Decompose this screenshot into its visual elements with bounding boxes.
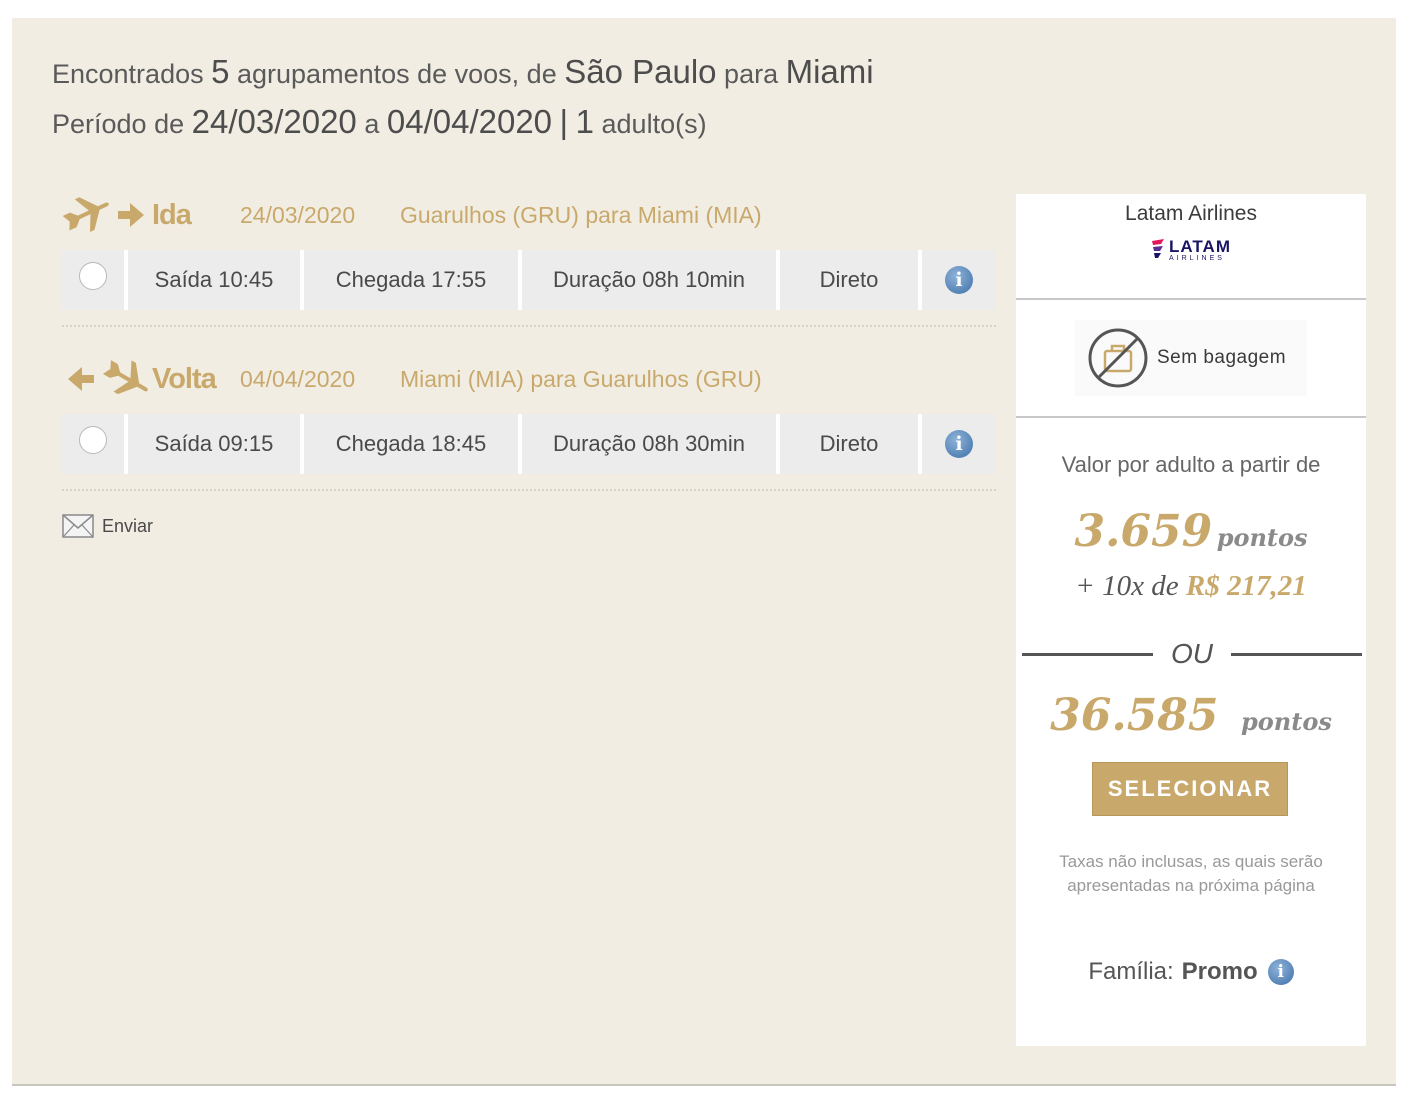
summary-text: Período de — [52, 109, 185, 139]
departure-time: Saída 10:45 — [128, 250, 304, 310]
search-results-panel: Encontrados 5 agrupamentos de voos, de S… — [12, 18, 1396, 1086]
summary-text: a — [364, 109, 380, 139]
or-label: OU — [1171, 638, 1213, 669]
latam-logo: LATAM AIRLINES — [1016, 238, 1366, 262]
points-value: 3.659 — [1074, 506, 1213, 557]
radio-cell[interactable] — [62, 414, 128, 474]
installments: + 10x de R$ 217,21 — [1016, 570, 1366, 603]
summary-line-1: Encontrados 5 agrupamentos de voos, de S… — [52, 48, 874, 98]
taxes-note: Taxas não inclusas, as quais serão apres… — [1059, 852, 1323, 895]
leg-route: Miami (MIA) para Guarulhos (GRU) — [400, 365, 762, 392]
info-icon[interactable]: i — [1267, 959, 1294, 985]
points-option-2: 36.585 pontos — [1016, 690, 1366, 741]
radio-cell[interactable] — [62, 250, 128, 310]
flight-option-row[interactable]: Saída 10:45 Chegada 17:55 Duração 08h 10… — [62, 250, 996, 310]
logo-subtext: AIRLINES — [1169, 255, 1225, 262]
origin-city: São Paulo — [564, 53, 717, 90]
flight-duration: Duração 08h 10min — [522, 250, 780, 310]
airline-name: Latam Airlines — [1125, 202, 1257, 225]
select-flight-radio[interactable] — [79, 262, 107, 290]
flight-stops: Direto — [780, 414, 922, 474]
flight-stops: Direto — [780, 250, 922, 310]
arrival-time: Chegada 17:55 — [304, 250, 522, 310]
arrival-time: Chegada 18:45 — [304, 414, 522, 474]
search-summary: Encontrados 5 agrupamentos de voos, de S… — [52, 48, 874, 148]
points-label: pontos — [1216, 523, 1308, 552]
departure-time: Saída 09:15 — [128, 414, 304, 474]
divider — [62, 325, 996, 327]
points-value: 36.585 — [1050, 690, 1219, 741]
or-divider: OU — [1022, 638, 1362, 670]
installments-value: R$ 217,21 — [1185, 570, 1307, 602]
leg-route: Guarulhos (GRU) para Miami (MIA) — [400, 201, 762, 228]
fare-family: Família: Promo i — [1016, 958, 1366, 986]
summary-text: para — [724, 59, 779, 89]
divider — [62, 489, 996, 491]
divider-line — [1022, 652, 1153, 656]
envelope-icon — [62, 514, 94, 538]
leg-direction-label: Ida — [152, 198, 192, 231]
period-end: 04/04/2020 — [386, 103, 553, 140]
divider-line — [1231, 652, 1362, 656]
separator: | — [559, 103, 569, 140]
price-caption: Valor por adulto a partir de — [1061, 452, 1321, 477]
airline-section: Latam Airlines LATAM AIRLINES — [1016, 194, 1366, 300]
destination-city: Miami — [785, 53, 874, 90]
leg-header-volta: Volta 04/04/2020 Miami (MIA) para Guarul… — [60, 354, 762, 404]
info-cell[interactable]: i — [922, 250, 996, 310]
period-start: 24/03/2020 — [191, 103, 357, 140]
family-value: Promo — [1181, 958, 1258, 985]
baggage-label: Sem bagagem — [1157, 347, 1287, 368]
baggage-badge: Sem bagagem — [1075, 320, 1307, 396]
points-option-1: 3.659 pontos — [1016, 506, 1366, 557]
installments-prefix: + 10x de — [1075, 570, 1179, 602]
info-icon[interactable]: i — [945, 266, 973, 294]
points-label: pontos — [1241, 707, 1332, 736]
select-button[interactable]: SELECIONAR — [1092, 762, 1288, 816]
send-link[interactable]: Enviar — [62, 514, 153, 538]
no-baggage-icon — [1088, 328, 1148, 388]
offer-card: Latam Airlines LATAM AIRLINES Sem bagage… — [1016, 194, 1366, 1046]
info-cell[interactable]: i — [922, 414, 996, 474]
summary-line-2: Período de 24/03/2020 a 04/04/2020 | 1 a… — [52, 98, 874, 148]
return-plane-icon — [68, 360, 148, 395]
baggage-section: Sem bagagem — [1016, 300, 1366, 418]
summary-text: adulto(s) — [601, 109, 707, 139]
info-icon[interactable]: i — [945, 430, 973, 458]
summary-text: agrupamentos de voos, de — [237, 59, 557, 89]
leg-header-ida: Ida 24/03/2020 Guarulhos (GRU) para Miam… — [60, 190, 762, 240]
departure-plane-icon — [62, 197, 144, 233]
select-flight-radio[interactable] — [79, 426, 107, 454]
flight-option-row[interactable]: Saída 09:15 Chegada 18:45 Duração 08h 30… — [62, 414, 996, 474]
leg-date: 04/04/2020 — [240, 365, 356, 392]
flight-duration: Duração 08h 30min — [522, 414, 780, 474]
family-label: Família: — [1088, 958, 1174, 985]
send-label[interactable]: Enviar — [102, 516, 153, 537]
logo-text: LATAM — [1169, 237, 1231, 256]
leg-date: 24/03/2020 — [240, 201, 356, 228]
adult-count: 1 — [575, 103, 594, 140]
latam-logo-mark-icon — [1152, 239, 1165, 258]
leg-direction-label: Volta — [152, 362, 217, 395]
group-count: 5 — [211, 53, 230, 90]
summary-text: Encontrados — [52, 59, 204, 89]
